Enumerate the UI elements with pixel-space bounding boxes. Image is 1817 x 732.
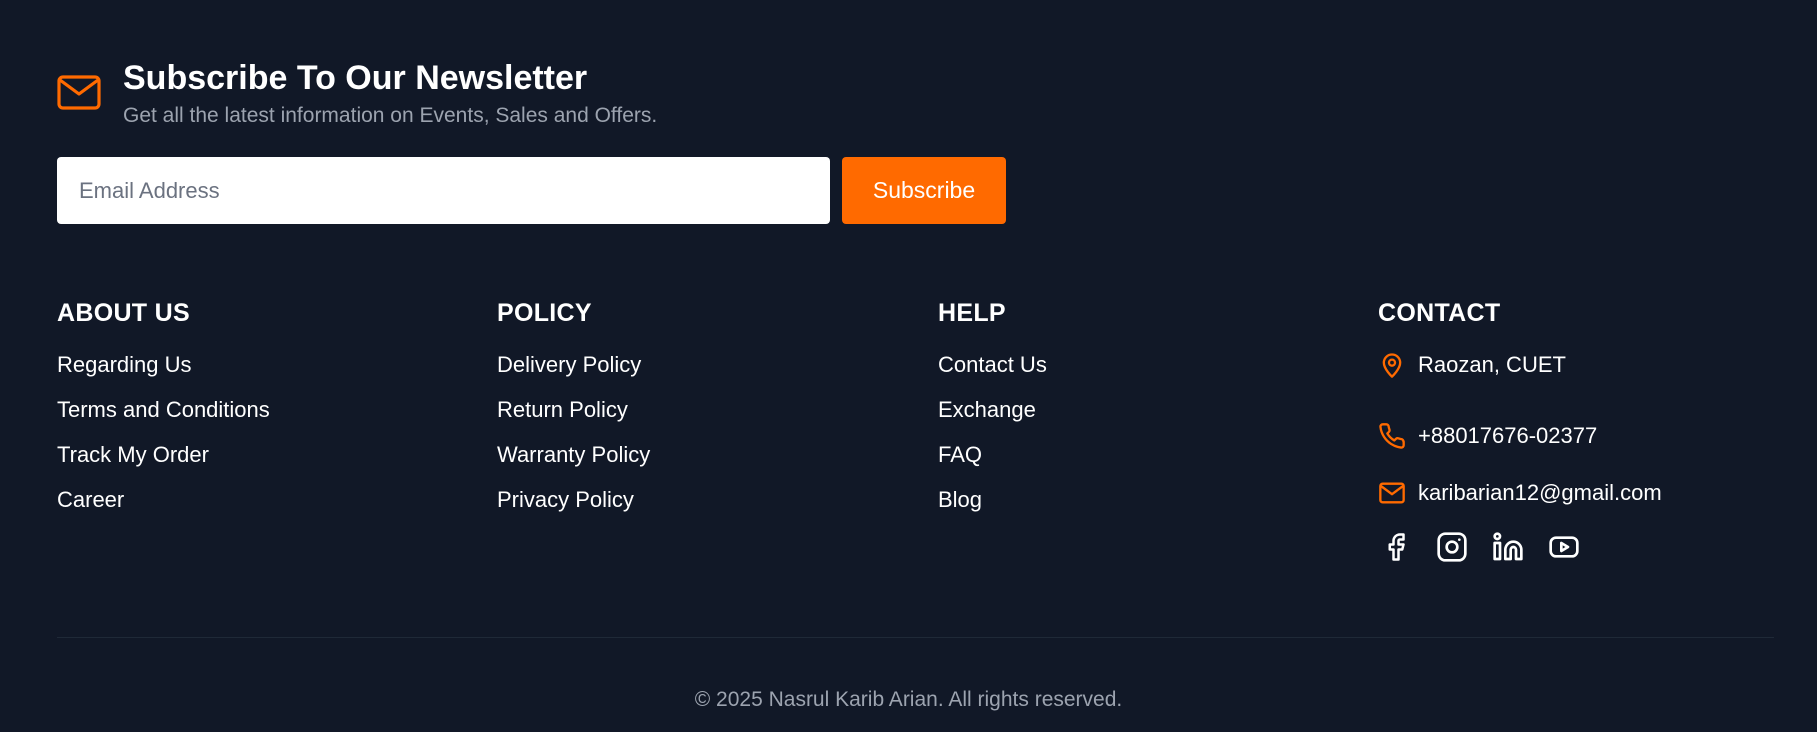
link-exchange[interactable]: Exchange	[938, 397, 1036, 422]
social-links	[1378, 529, 1662, 565]
contact-phone: +88017676-02377	[1378, 407, 1662, 464]
link-warranty-policy[interactable]: Warranty Policy	[497, 442, 650, 467]
contact-list: Raozan, CUET +88017676-02377 karibarian1…	[1378, 350, 1662, 521]
link-faq[interactable]: FAQ	[938, 442, 982, 467]
site-footer: Subscribe To Our Newsletter Get all the …	[0, 0, 1817, 732]
column-title: ABOUT US	[57, 299, 190, 327]
column-title: HELP	[938, 299, 1006, 327]
contact-address: Raozan, CUET	[1378, 350, 1662, 380]
linkedin-icon[interactable]	[1490, 529, 1526, 565]
mail-icon	[57, 75, 101, 110]
footer-divider	[57, 637, 1774, 638]
contact-address-text: Raozan, CUET	[1418, 352, 1566, 377]
contact-email: karibarian12@gmail.com	[1378, 464, 1662, 521]
about-links: Regarding Us Terms and Conditions Track …	[57, 350, 270, 530]
contact-email-text: karibarian12@gmail.com	[1418, 479, 1662, 505]
subscribe-form: Subscribe	[57, 157, 1006, 224]
link-return-policy[interactable]: Return Policy	[497, 397, 628, 422]
contact-phone-text: +88017676-02377	[1418, 422, 1598, 448]
copyright-text: © 2025 Nasrul Karib Arian. All rights re…	[694, 688, 1123, 711]
link-contact-us[interactable]: Contact Us	[938, 352, 1047, 377]
link-blog[interactable]: Blog	[938, 487, 982, 512]
mail-icon	[1379, 482, 1405, 503]
link-track-my-order[interactable]: Track My Order	[57, 442, 209, 467]
column-title: POLICY	[497, 299, 592, 327]
help-links: Contact Us Exchange FAQ Blog	[938, 350, 1047, 530]
about-us-column: ABOUT US Regarding Us Terms and Conditio…	[57, 296, 270, 530]
contact-column: CONTACT Raozan, CUET +88017676-02377 kar…	[1378, 296, 1662, 565]
newsletter-section: Subscribe To Our Newsletter Get all the …	[57, 56, 657, 130]
facebook-icon[interactable]	[1378, 529, 1414, 565]
link-privacy-policy[interactable]: Privacy Policy	[497, 487, 634, 512]
link-career[interactable]: Career	[57, 487, 124, 512]
link-terms-and-conditions[interactable]: Terms and Conditions	[57, 397, 270, 422]
instagram-icon[interactable]	[1434, 529, 1470, 565]
youtube-icon[interactable]	[1546, 529, 1582, 565]
link-delivery-policy[interactable]: Delivery Policy	[497, 352, 641, 377]
policy-column: POLICY Delivery Policy Return Policy War…	[497, 296, 650, 530]
newsletter-subtitle: Get all the latest information on Events…	[123, 104, 658, 127]
subscribe-button[interactable]: Subscribe	[842, 157, 1006, 224]
policy-links: Delivery Policy Return Policy Warranty P…	[497, 350, 650, 530]
link-regarding-us[interactable]: Regarding Us	[57, 352, 192, 377]
map-pin-icon	[1382, 353, 1402, 378]
help-column: HELP Contact Us Exchange FAQ Blog	[938, 296, 1047, 530]
column-title: CONTACT	[1378, 299, 1501, 327]
phone-icon	[1379, 422, 1405, 449]
newsletter-title: Subscribe To Our Newsletter	[123, 59, 588, 97]
newsletter-text: Subscribe To Our Newsletter Get all the …	[123, 56, 657, 130]
email-input[interactable]	[57, 157, 830, 224]
